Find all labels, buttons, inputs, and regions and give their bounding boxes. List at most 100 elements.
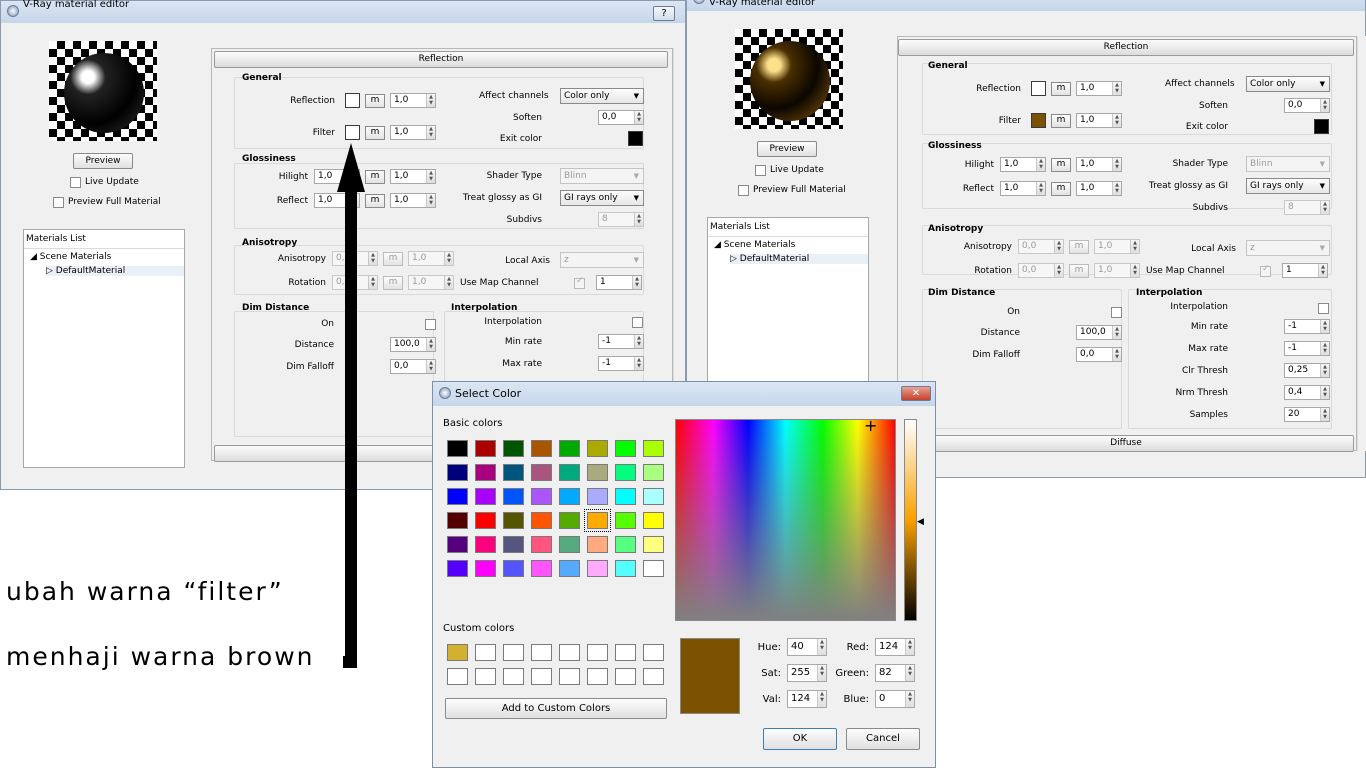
titlebar[interactable]: V-Ray material editor xyxy=(687,0,1365,11)
basic-color-cell[interactable] xyxy=(643,464,664,481)
spinner-arrows[interactable]: ▲ ▼ xyxy=(634,213,643,226)
spinner-arrows[interactable]: ▲ ▼ xyxy=(1036,158,1045,171)
anisotropy-map-button[interactable]: m xyxy=(383,252,403,266)
basic-color-cell[interactable] xyxy=(447,536,468,553)
basic-color-cell[interactable] xyxy=(643,560,664,577)
reflect-input[interactable]: 1,0 ▲ ▼ xyxy=(1000,181,1046,196)
basic-color-cell[interactable] xyxy=(503,440,524,457)
custom-color-cell[interactable] xyxy=(447,644,468,661)
spinner-arrows[interactable]: ▲ ▼ xyxy=(1054,264,1063,277)
interpolation-checkbox[interactable] xyxy=(632,317,643,328)
min-rate-input[interactable]: -1 ▲ ▼ xyxy=(598,334,644,349)
custom-color-cell[interactable] xyxy=(559,644,580,661)
live-update-checkbox[interactable] xyxy=(755,165,766,176)
add-custom-colors-button[interactable]: Add to Custom Colors xyxy=(445,698,667,719)
basic-color-cell[interactable] xyxy=(559,464,580,481)
hilight-map-button[interactable]: m xyxy=(365,170,385,184)
max-rate-input[interactable]: -1 ▲ ▼ xyxy=(598,356,644,371)
basic-color-cell[interactable] xyxy=(587,440,608,457)
spinner-arrows[interactable]: ▲ ▼ xyxy=(817,691,826,707)
custom-color-cell[interactable] xyxy=(447,668,468,685)
dialog-titlebar[interactable]: Select Color ✕ xyxy=(433,382,935,406)
basic-color-cell[interactable] xyxy=(615,560,636,577)
basic-color-cell[interactable] xyxy=(475,440,496,457)
reflection-rollout[interactable]: Reflection xyxy=(898,39,1354,56)
filter-amount[interactable]: 1,0 ▲ ▼ xyxy=(1076,113,1122,128)
spinner-arrows[interactable]: ▲ ▼ xyxy=(426,360,435,373)
spinner-arrows[interactable]: ▲ ▼ xyxy=(634,111,643,124)
spinner-arrows[interactable]: ▲ ▼ xyxy=(350,194,359,207)
reflection-color-swatch[interactable] xyxy=(1031,81,1046,96)
treat-glossy-select[interactable]: GI rays only xyxy=(560,190,644,206)
reflection-map-button[interactable]: m xyxy=(1051,82,1071,96)
interpolation-checkbox[interactable] xyxy=(1318,303,1329,314)
custom-color-cell[interactable] xyxy=(587,668,608,685)
spinner-arrows[interactable]: ▲ ▼ xyxy=(1130,264,1139,277)
basic-color-cell[interactable] xyxy=(475,512,496,529)
custom-color-cell[interactable] xyxy=(559,668,580,685)
cancel-button[interactable]: Cancel xyxy=(846,728,920,750)
hilight-input[interactable]: 1,0 ▲ ▼ xyxy=(314,169,360,184)
min-rate-input[interactable]: -1 ▲ ▼ xyxy=(1284,319,1330,334)
use-map-channel-input[interactable]: 1 ▲ ▼ xyxy=(596,275,642,290)
custom-color-cell[interactable] xyxy=(475,668,496,685)
spinner-arrows[interactable]: ▲ ▼ xyxy=(1112,114,1121,127)
reflection-color-swatch[interactable] xyxy=(345,93,360,108)
shader-type-select[interactable]: Blinn xyxy=(1246,156,1330,172)
spinner-arrows[interactable]: ▲ ▼ xyxy=(1320,408,1329,421)
treat-glossy-select[interactable]: GI rays only xyxy=(1246,178,1330,194)
spinner-arrows[interactable]: ▲ ▼ xyxy=(905,691,914,707)
reflect-input[interactable]: 1,0 ▲ ▼ xyxy=(314,193,360,208)
reflect-map-button[interactable]: m xyxy=(365,194,385,208)
rotation-amount[interactable]: 1,0 ▲ ▼ xyxy=(1094,263,1140,278)
basic-color-cell[interactable] xyxy=(475,488,496,505)
custom-color-cell[interactable] xyxy=(503,668,524,685)
basic-color-cell[interactable] xyxy=(531,512,552,529)
custom-color-cell[interactable] xyxy=(643,644,664,661)
tree-scene-materials[interactable]: ◢ Scene Materials xyxy=(714,240,795,250)
basic-color-cell[interactable] xyxy=(615,512,636,529)
filter-color-swatch[interactable] xyxy=(345,125,360,140)
spinner-arrows[interactable]: ▲ ▼ xyxy=(1318,264,1327,277)
reflect-amount[interactable]: 1,0 ▲ ▼ xyxy=(390,193,436,208)
custom-color-cell[interactable] xyxy=(531,668,552,685)
basic-color-cell[interactable] xyxy=(531,464,552,481)
reflection-amount[interactable]: 1,0 ▲ ▼ xyxy=(1076,81,1122,96)
sat-input[interactable]: 255 ▲ ▼ xyxy=(787,664,827,682)
spinner-arrows[interactable]: ▲ ▼ xyxy=(905,665,914,681)
use-map-channel-checkbox[interactable] xyxy=(574,276,585,289)
spinner-arrows[interactable]: ▲ ▼ xyxy=(350,170,359,183)
anisotropy-input[interactable]: 0,0 ▲ ▼ xyxy=(1018,239,1064,254)
local-axis-select[interactable]: z xyxy=(560,252,644,268)
basic-color-cell[interactable] xyxy=(531,536,552,553)
basic-color-cell[interactable] xyxy=(559,488,580,505)
soften-input[interactable]: 0,0 ▲ ▼ xyxy=(598,110,644,125)
rotation-map-button[interactable]: m xyxy=(1069,264,1089,278)
basic-color-cell[interactable] xyxy=(587,560,608,577)
blue-input[interactable]: 0 ▲ ▼ xyxy=(875,690,915,708)
affect-channels-select[interactable]: Color only xyxy=(1246,76,1330,92)
basic-color-cell[interactable] xyxy=(615,464,636,481)
spinner-arrows[interactable]: ▲ ▼ xyxy=(1112,158,1121,171)
basic-color-cell[interactable] xyxy=(447,488,468,505)
spinner-arrows[interactable]: ▲ ▼ xyxy=(905,639,914,655)
spinner-arrows[interactable]: ▲ ▼ xyxy=(1320,342,1329,355)
basic-color-cell[interactable] xyxy=(503,464,524,481)
clr-thresh-input[interactable]: 0,25 ▲ ▼ xyxy=(1284,363,1330,378)
anisotropy-amount[interactable]: 1,0 ▲ ▼ xyxy=(408,251,454,266)
hilight-input[interactable]: 1,0 ▲ ▼ xyxy=(1000,157,1046,172)
spinner-arrows[interactable]: ▲ ▼ xyxy=(1320,386,1329,399)
basic-color-cell[interactable] xyxy=(559,440,580,457)
basic-color-cell[interactable] xyxy=(559,560,580,577)
spinner-arrows[interactable]: ▲ ▼ xyxy=(1320,99,1329,112)
basic-color-cell[interactable] xyxy=(475,560,496,577)
shader-type-select[interactable]: Blinn xyxy=(560,168,644,184)
spinner-arrows[interactable]: ▲ ▼ xyxy=(368,252,377,265)
custom-color-cell[interactable] xyxy=(643,668,664,685)
rotation-input[interactable]: 0,0 ▲ ▼ xyxy=(1018,263,1064,278)
basic-color-cell[interactable] xyxy=(587,488,608,505)
basic-color-cell[interactable] xyxy=(643,440,664,457)
local-axis-select[interactable]: z xyxy=(1246,240,1330,256)
basic-color-cell[interactable] xyxy=(447,512,468,529)
spinner-arrows[interactable]: ▲ ▼ xyxy=(1112,182,1121,195)
